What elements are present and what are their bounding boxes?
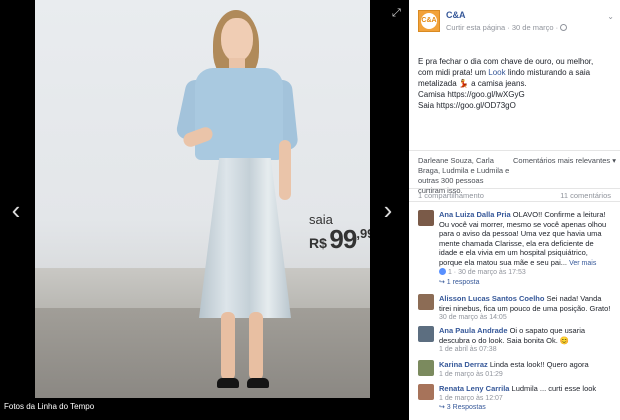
- see-more-link[interactable]: Ver mais: [569, 260, 596, 267]
- comment-text: Ou você vai morrer, mesmo se você apenas…: [439, 219, 607, 229]
- replies-link[interactable]: ↪ 1 resposta: [439, 278, 615, 288]
- brand-logo[interactable]: C&A: [418, 10, 440, 32]
- comment-line: Karina Derraz Linda esta look!! Quero ag…: [439, 360, 615, 370]
- model-leg-left: [221, 312, 235, 380]
- brand-logo-text: C&A: [421, 13, 437, 29]
- chevron-left-icon[interactable]: ‹: [6, 195, 26, 225]
- expand-icon[interactable]: ⤢: [392, 8, 402, 19]
- counts-bar: 1 compartilhamento 11 comentários: [409, 188, 620, 202]
- model-shoe-left: [217, 378, 239, 388]
- avatar[interactable]: [418, 360, 434, 376]
- reactions-bar: Darleane Souza, Carla Braga, Ludmila e L…: [409, 150, 620, 195]
- comment-text: Oi o sapato que usaria: [509, 326, 586, 335]
- comment-body: Ana Luiza Dalla Pria OLAVO!! Confirme a …: [439, 210, 615, 287]
- photo-caption: Fotos da Linha do Tempo: [0, 398, 409, 420]
- post-text-line-2: com midi prata! um Look lindo misturando…: [418, 67, 613, 78]
- model-leg-right: [249, 312, 263, 380]
- comment-text: Ludmila ... curti esse look: [511, 384, 597, 393]
- comment-body: Renata Leny Carrila Ludmila ... curti es…: [439, 384, 615, 413]
- replies-link[interactable]: ↪ 3 Respostas: [439, 403, 615, 413]
- floor: [35, 308, 370, 398]
- chevron-right-icon[interactable]: ›: [378, 195, 398, 225]
- globe-icon: [560, 24, 568, 31]
- post-text-line-1: E pra fechar o dia com chave de ouro, ou…: [418, 57, 594, 66]
- comment-body: Karina Derraz Linda esta look!! Quero ag…: [439, 360, 615, 379]
- post-panel: C&A C&A Curtir esta página · 30 de março…: [409, 0, 620, 420]
- comment-text: tirei ninebus, fica um pouco de uma posi…: [439, 303, 611, 313]
- price-cents: ,99: [356, 226, 370, 241]
- post-text: E pra fechar o dia com chave de ouro, ou…: [418, 56, 613, 111]
- price-tag: R$ 99,99: [309, 224, 370, 255]
- avatar[interactable]: [418, 326, 434, 342]
- comment-body: Alisson Lucas Santos Coelho Sei nada! Va…: [439, 294, 615, 323]
- comment-meta: 30 de março às 14:05: [439, 314, 507, 321]
- avatar[interactable]: [418, 294, 434, 310]
- comment-line: Ana Paula Andrade Oi o sapato que usaria: [439, 326, 615, 336]
- comment-meta: 1 de março às 12:07: [439, 394, 503, 402]
- commenter-name[interactable]: Alisson Lucas Santos Coelho: [439, 294, 544, 303]
- photo-caption-text[interactable]: Fotos da Linha do Tempo: [4, 402, 94, 411]
- post-text-line-2-a: com midi prata! um: [418, 68, 489, 77]
- comment-meta-text: 1 · 30 de março às 17:53: [447, 269, 526, 276]
- comment-meta: 1 de abril às 07:38: [439, 346, 497, 353]
- post-text-line-3: metalizada 💃 a camisa jeans.: [418, 79, 527, 88]
- comment-text: porque ela matou sua mãe e seu pai...: [439, 257, 567, 267]
- model-denim-shirt: [195, 68, 283, 160]
- comment-text: idade e ela vivia em um hospital psiquiá…: [439, 248, 588, 257]
- post-meta-text: Curtir esta página · 30 de março ·: [446, 23, 559, 32]
- shares-count[interactable]: 1 compartilhamento: [418, 191, 484, 200]
- comment-text: para o aviso da pessoa! Uma vez que havi…: [439, 229, 602, 238]
- comment-line: Alisson Lucas Santos Coelho Sei nada! Va…: [439, 294, 615, 304]
- comment-sort-dropdown[interactable]: Comentários mais relevantes ▾: [513, 156, 616, 165]
- page-name[interactable]: C&A: [446, 10, 466, 20]
- chevron-down-icon[interactable]: ⌄: [607, 12, 614, 21]
- commenter-name[interactable]: Karina Derraz: [439, 360, 488, 369]
- hashtag-look[interactable]: Look: [488, 68, 505, 77]
- avatar[interactable]: [418, 384, 434, 400]
- model-face: [221, 18, 253, 62]
- post-text-line-2-b: lindo misturando a saia: [505, 68, 591, 77]
- comment-text: mente chamada Clarisse, ela era deficien…: [439, 238, 594, 248]
- post-meta: Curtir esta página · 30 de março ·: [446, 23, 568, 32]
- commenter-name[interactable]: Ana Luiza Dalla Pria: [439, 210, 511, 219]
- price-integer: 99: [329, 224, 357, 254]
- comment-line: Ana Luiza Dalla Pria OLAVO!! Confirme a …: [439, 210, 615, 220]
- model-shoe-right: [247, 378, 269, 388]
- photo-viewer: saia R$ 99,99 ‹ › ⤢ Fotos da Linha do Te…: [0, 0, 409, 420]
- comment-line: porque ela matou sua mãe e seu pai... Ve…: [439, 258, 615, 269]
- model-arm-right: [279, 140, 291, 200]
- comment-text: Linda esta look!! Quero agora: [489, 360, 589, 369]
- comment-line: Renata Leny Carrila Ludmila ... curti es…: [439, 384, 615, 394]
- comment-text: Sei nada! Vanda: [546, 294, 602, 303]
- post-link-camisa[interactable]: Camisa https://goo.gl/lwXGyG: [418, 89, 613, 100]
- comment-text: OLAVO!! Confirme a leitura!: [512, 210, 606, 219]
- avatar[interactable]: [418, 210, 434, 226]
- commenter-name[interactable]: Ana Paula Andrade: [439, 326, 508, 335]
- post-link-saia[interactable]: Saia https://goo.gl/OD73gO: [418, 100, 613, 111]
- comment-body: Ana Paula Andrade Oi o sapato que usaria…: [439, 326, 615, 355]
- like-icon: [439, 268, 446, 275]
- comment-meta: 1 · 30 de março às 17:53: [439, 268, 615, 278]
- photo[interactable]: saia R$ 99,99: [35, 0, 370, 398]
- comment-meta: 1 de março às 01:29: [439, 370, 503, 378]
- comment-text: descubra o do look. Saia bonita Ok. 😊: [439, 335, 570, 345]
- post-header: C&A C&A Curtir esta página · 30 de março…: [409, 8, 620, 38]
- model-metallic-skirt: [199, 158, 291, 318]
- price-currency: R$: [309, 235, 327, 251]
- comments-count[interactable]: 11 comentários: [560, 191, 611, 200]
- commenter-name[interactable]: Renata Leny Carrila: [439, 384, 509, 393]
